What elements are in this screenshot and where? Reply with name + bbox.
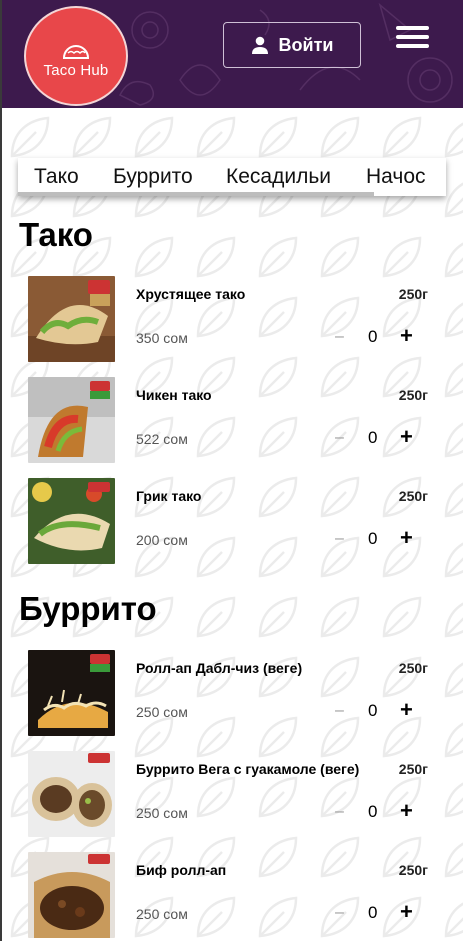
item-price: 250 сом bbox=[136, 805, 188, 821]
decrease-button[interactable]: – bbox=[335, 803, 344, 821]
tab-nachos[interactable]: Начос bbox=[366, 165, 426, 189]
item-name: Грик тако bbox=[136, 488, 202, 504]
login-button-label: Войти bbox=[278, 34, 334, 55]
item-name: Чикен тако bbox=[136, 387, 212, 403]
item-name: Биф ролл-ап bbox=[136, 862, 227, 878]
item-price: 250 сом bbox=[136, 906, 188, 922]
decrease-button[interactable]: – bbox=[335, 530, 344, 548]
taco-logo-icon bbox=[62, 44, 90, 59]
increase-button[interactable]: + bbox=[400, 525, 413, 551]
section-title-burritos: Буррито bbox=[19, 590, 157, 627]
increase-button[interactable]: + bbox=[400, 798, 413, 824]
item-weight: 250г bbox=[398, 488, 428, 504]
window-frame-edge bbox=[0, 0, 2, 941]
quantity-value: 0 bbox=[368, 529, 378, 548]
item-weight: 250г bbox=[398, 862, 428, 878]
tab-quesadillas[interactable]: Кесадильи bbox=[226, 165, 331, 189]
logo[interactable]: Taco Hub bbox=[24, 6, 128, 106]
item-price: 200 сом bbox=[136, 532, 188, 548]
quantity-value: 0 bbox=[368, 802, 378, 821]
login-button[interactable]: Войти bbox=[223, 22, 361, 68]
site-header: Taco Hub Войти bbox=[0, 0, 463, 108]
quantity-value: 0 bbox=[368, 903, 378, 922]
chicken-taco-image[interactable] bbox=[28, 377, 115, 463]
menu-item[interactable]: Биф ролл-ап 250г 250 сом – 0 + bbox=[28, 852, 438, 940]
logo-text: Taco Hub bbox=[43, 61, 109, 79]
decrease-button[interactable]: – bbox=[335, 328, 344, 346]
tab-tacos[interactable]: Тако bbox=[34, 165, 79, 189]
user-icon bbox=[251, 36, 268, 54]
greek-taco-image[interactable] bbox=[28, 478, 115, 564]
increase-button[interactable]: + bbox=[400, 424, 413, 450]
item-weight: 250г bbox=[398, 286, 428, 302]
tabs-scrollbar[interactable] bbox=[18, 192, 374, 196]
item-name: Ролл-ап Дабл-чиз (веге) bbox=[136, 660, 303, 676]
menu-item[interactable]: Чикен тако 250г 522 сом – 0 + bbox=[28, 377, 438, 465]
menu-item[interactable]: Хрустящее тако 250г 350 сом – 0 + bbox=[28, 276, 438, 364]
vega-burrito-image[interactable] bbox=[28, 751, 115, 837]
quantity-value: 0 bbox=[368, 327, 378, 346]
quantity-value: 0 bbox=[368, 701, 378, 720]
menu-item[interactable]: Грик тако 250г 200 сом – 0 + bbox=[28, 478, 438, 566]
section-title-tacos: Тако bbox=[19, 216, 93, 253]
decrease-button[interactable]: – bbox=[335, 904, 344, 922]
item-price: 522 сом bbox=[136, 431, 188, 447]
beef-rollup-image[interactable] bbox=[28, 852, 115, 938]
tab-burritos[interactable]: Буррито bbox=[113, 165, 193, 189]
crispy-taco-image[interactable] bbox=[28, 276, 115, 362]
decrease-button[interactable]: – bbox=[335, 429, 344, 447]
increase-button[interactable]: + bbox=[400, 899, 413, 925]
menu-item[interactable]: Ролл-ап Дабл-чиз (веге) 250г 250 сом – 0… bbox=[28, 650, 438, 738]
double-cheese-rollup-image[interactable] bbox=[28, 650, 115, 736]
item-weight: 250г bbox=[398, 761, 428, 777]
increase-button[interactable]: + bbox=[400, 697, 413, 723]
item-weight: 250г bbox=[398, 660, 428, 676]
category-tabs: Тако Буррито Кесадильи Начос bbox=[18, 158, 446, 196]
item-name: Хрустящее тако bbox=[136, 286, 246, 302]
item-weight: 250г bbox=[398, 387, 428, 403]
item-price: 350 сом bbox=[136, 330, 188, 346]
quantity-value: 0 bbox=[368, 428, 378, 447]
decrease-button[interactable]: – bbox=[335, 702, 344, 720]
menu-hamburger-icon[interactable] bbox=[396, 26, 429, 48]
item-price: 250 сом bbox=[136, 704, 188, 720]
increase-button[interactable]: + bbox=[400, 323, 413, 349]
item-name: Буррито Вега с гуакамоле (веге) bbox=[136, 761, 360, 777]
menu-item[interactable]: Буррито Вега с гуакамоле (веге) 250г 250… bbox=[28, 751, 438, 839]
